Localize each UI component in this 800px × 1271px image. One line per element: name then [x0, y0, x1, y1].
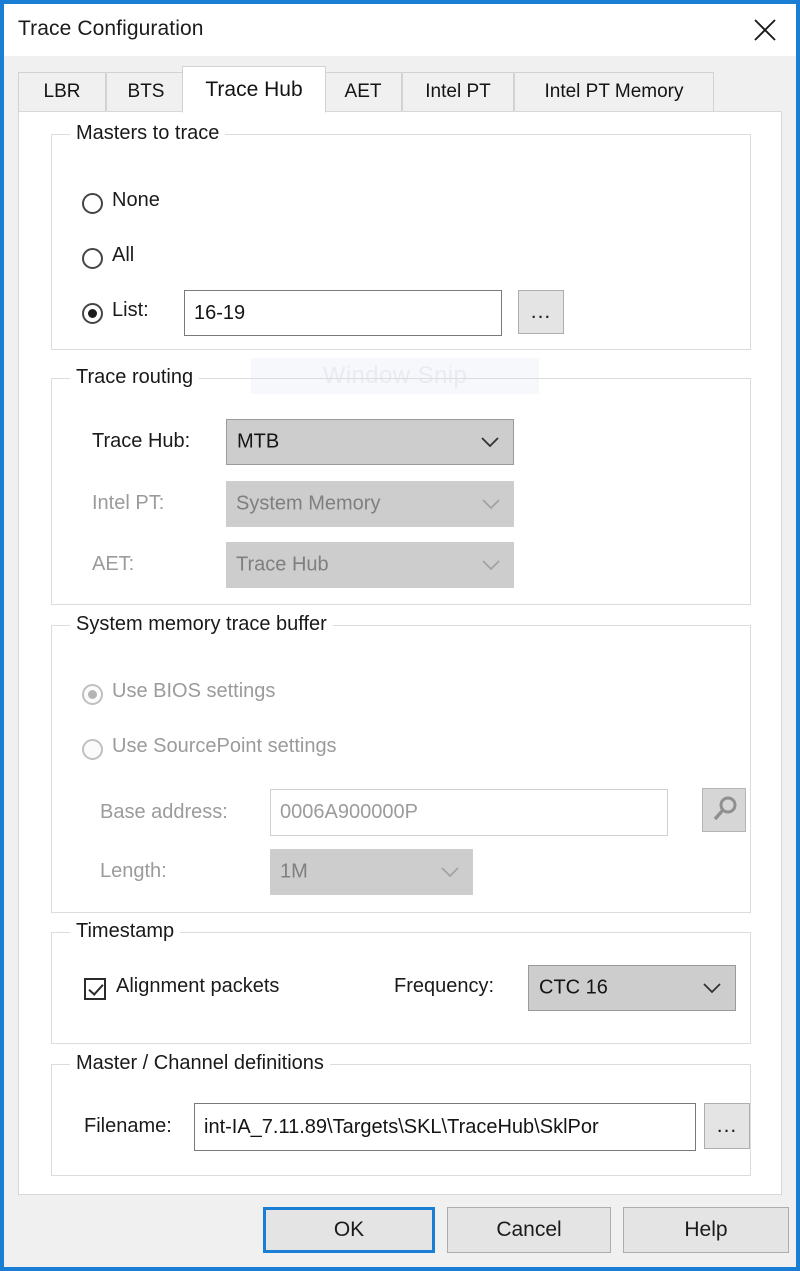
tab-label: LBR — [43, 81, 81, 102]
help-button-label: Help — [684, 1218, 728, 1241]
close-icon — [754, 19, 776, 41]
radio-masters-all-label: All — [112, 244, 135, 266]
frequency-value: CTC 16 — [539, 976, 608, 999]
aet-label: AET: — [92, 553, 135, 575]
filename-label: Filename: — [84, 1115, 172, 1137]
base-address-input: 0006A900000P — [270, 789, 668, 836]
master-channel-definitions-group: Master / Channel definitions Filename: i… — [51, 1052, 751, 1176]
cancel-button[interactable]: Cancel — [447, 1207, 611, 1253]
tab-label: Intel PT Memory — [544, 81, 684, 102]
tab-bts[interactable]: BTS — [106, 72, 186, 112]
radio-masters-none-label: None — [112, 189, 160, 211]
base-address-label: Base address: — [100, 801, 228, 823]
tab-strip: LBR BTS Trace Hub AET Intel PT Intel PT … — [4, 56, 796, 113]
base-address-picker-button — [702, 788, 746, 832]
group-title: Trace routing — [70, 366, 200, 389]
title-bar: Trace Configuration — [4, 4, 796, 56]
ok-button-label: OK — [333, 1218, 365, 1241]
trace-routing-group: Trace routing Trace Hub: MTB Intel PT: S… — [51, 366, 751, 605]
tab-content-panel: Masters to trace None All List: 16-19 ..… — [18, 111, 782, 1195]
group-title: Masters to trace — [70, 122, 226, 145]
intel-pt-combo: System Memory — [226, 481, 514, 527]
group-title: System memory trace buffer — [70, 613, 333, 636]
tab-label: AET — [344, 81, 382, 102]
tab-label: Trace Hub — [205, 78, 303, 101]
masters-list-browse-button[interactable]: ... — [518, 290, 564, 334]
trace-hub-combo[interactable]: MTB — [226, 419, 514, 465]
chevron-down-icon — [482, 560, 500, 571]
alignment-packets-checkbox[interactable] — [84, 978, 106, 1000]
cancel-button-label: Cancel — [496, 1218, 562, 1241]
tab-intel-pt[interactable]: Intel PT — [402, 72, 514, 112]
trace-hub-value: MTB — [237, 430, 280, 453]
length-label: Length: — [100, 860, 167, 882]
magnifier-icon — [713, 796, 737, 821]
system-memory-trace-buffer-group: System memory trace buffer Use BIOS sett… — [51, 613, 751, 913]
chevron-down-icon — [703, 983, 721, 994]
intel-pt-label: Intel PT: — [92, 492, 165, 514]
ok-button[interactable]: OK — [263, 1207, 435, 1253]
tab-intel-pt-memory[interactable]: Intel PT Memory — [514, 72, 714, 112]
window-title: Trace Configuration — [18, 17, 204, 40]
alignment-packets-label: Alignment packets — [116, 975, 280, 997]
masters-to-trace-group: Masters to trace None All List: 16-19 ..… — [51, 122, 751, 350]
group-title: Master / Channel definitions — [70, 1052, 330, 1075]
masters-list-input[interactable]: 16-19 — [184, 290, 502, 336]
close-button[interactable] — [734, 4, 796, 56]
aet-value: Trace Hub — [236, 553, 329, 576]
group-title: Timestamp — [70, 920, 181, 943]
filename-input[interactable]: int-IA_7.11.89\Targets\SKL\TraceHub\SklP… — [194, 1103, 696, 1151]
radio-masters-all[interactable] — [82, 248, 103, 269]
radio-use-bios-settings-label: Use BIOS settings — [112, 680, 276, 702]
tab-lbr[interactable]: LBR — [18, 72, 106, 112]
radio-masters-list[interactable] — [82, 303, 103, 324]
filename-browse-button[interactable]: ... — [704, 1103, 750, 1149]
aet-combo: Trace Hub — [226, 542, 514, 588]
radio-masters-none[interactable] — [82, 193, 103, 214]
chevron-down-icon — [481, 437, 499, 448]
intel-pt-value: System Memory — [236, 492, 381, 515]
radio-use-sourcepoint-settings — [82, 739, 103, 760]
chevron-down-icon — [441, 867, 459, 878]
frequency-label: Frequency: — [394, 975, 495, 997]
length-value: 1M — [280, 860, 308, 883]
tab-aet[interactable]: AET — [324, 72, 402, 112]
radio-use-bios-settings — [82, 684, 103, 705]
tab-label: Intel PT — [425, 81, 491, 102]
trace-configuration-dialog: Trace Configuration LBR BTS Trace Hub AE… — [0, 0, 800, 1271]
tab-label: BTS — [127, 81, 165, 102]
frequency-combo[interactable]: CTC 16 — [528, 965, 736, 1011]
trace-hub-label: Trace Hub: — [92, 430, 191, 452]
timestamp-group: Timestamp Alignment packets Frequency: C… — [51, 920, 751, 1044]
radio-use-sourcepoint-settings-label: Use SourcePoint settings — [112, 735, 337, 757]
length-combo: 1M — [270, 849, 473, 895]
chevron-down-icon — [482, 499, 500, 510]
help-button[interactable]: Help — [623, 1207, 789, 1253]
tab-trace-hub[interactable]: Trace Hub — [182, 66, 326, 113]
radio-masters-list-label: List: — [112, 299, 149, 321]
